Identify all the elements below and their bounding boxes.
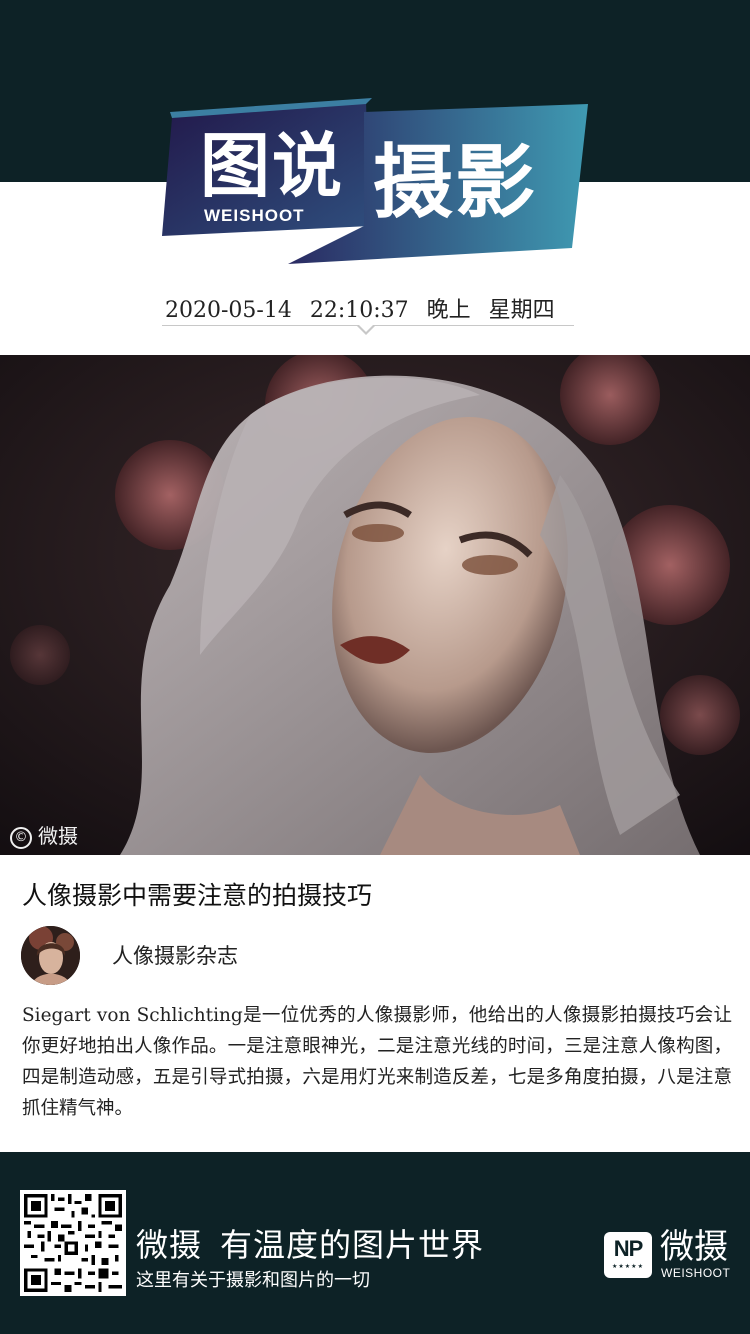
header-logo: 图说 WEISHOOT 摄影	[160, 98, 590, 268]
footer-slogan-text: 有温度的图片世界	[220, 1226, 485, 1264]
footer-brand-name: 微摄	[660, 1227, 728, 1267]
article-body: Siegart von Schlichting是一位优秀的人像摄影师，他给出的人…	[22, 1005, 732, 1119]
time-text: 22:10:37	[309, 298, 409, 323]
author-name[interactable]: 人像摄影杂志	[112, 940, 238, 970]
footer-slogan: 微摄 有温度的图片世界	[136, 1220, 484, 1266]
period-text: 晚上	[426, 298, 471, 323]
footer: 微摄 有温度的图片世界 这里有关于摄影和图片的一切 NP ★★★★★ 微摄 WEI…	[0, 1152, 750, 1334]
logo-right-text: 摄影	[373, 136, 537, 229]
logo-subtitle: WEISHOOT	[204, 206, 305, 225]
photo-watermark: © 微摄	[10, 820, 78, 849]
weekday-text: 星期四	[488, 298, 555, 323]
author-avatar[interactable]	[21, 926, 80, 985]
qr-code[interactable]	[20, 1190, 126, 1296]
footer-subtitle: 这里有关于摄影和图片的一切	[136, 1270, 370, 1291]
logo-left-text: 图说	[200, 125, 344, 207]
date-text: 2020-05-14	[165, 298, 292, 323]
np-logo-icon: NP ★★★★★	[604, 1232, 652, 1278]
footer-slogan-brand: 微摄	[136, 1226, 203, 1264]
hero-photo[interactable]: © 微摄	[0, 355, 750, 855]
footer-brand-english: WEISHOOT	[661, 1266, 731, 1280]
article-title: 人像摄影中需要注意的拍摄技巧	[22, 881, 373, 910]
date-line: 2020-05-14 22:10:37 晚上 星期四	[165, 292, 575, 324]
watermark-text: 微摄	[38, 824, 78, 848]
copyright-icon: ©	[10, 826, 32, 849]
